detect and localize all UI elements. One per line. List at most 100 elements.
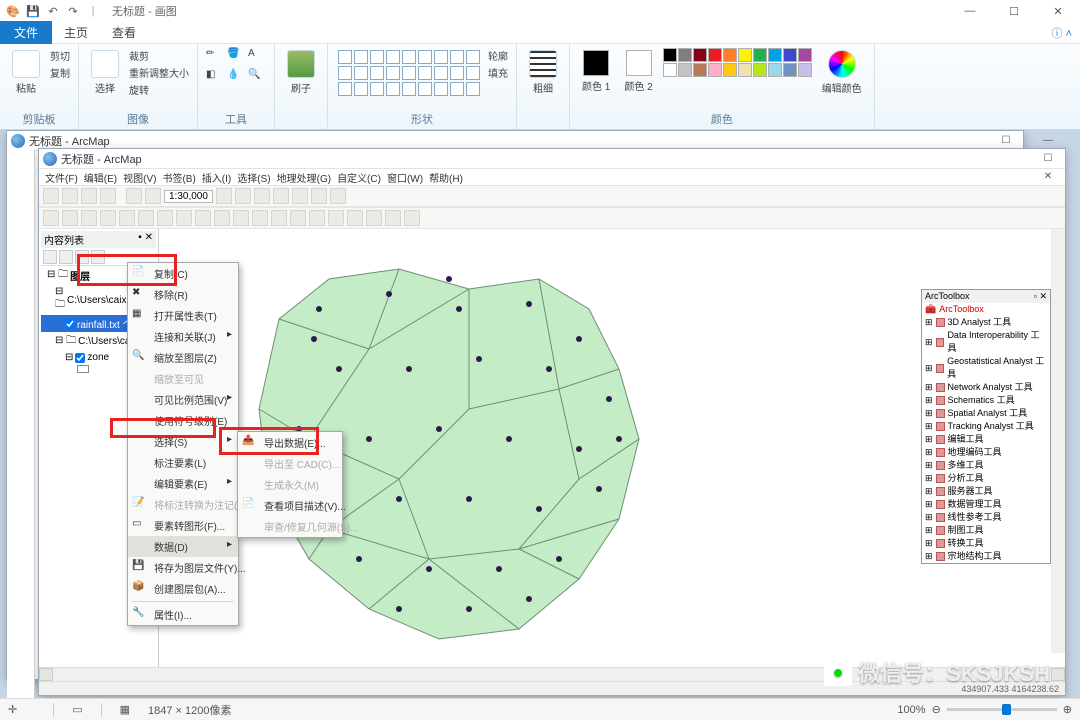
toolbox-item[interactable]: ⊞ 分析工具 xyxy=(922,472,1050,485)
arc-menu-item[interactable]: 窗口(W) xyxy=(387,170,423,185)
eraser-icon[interactable]: ◧ xyxy=(206,69,224,87)
arcmap-menu-bar[interactable]: 文件(F) 编辑(E) 视图(V) 书签(B) 插入(I) 选择(S) 地理处理(G) 自定义… xyxy=(39,169,1065,185)
ctx-zoom-vis: 缩放至可见 xyxy=(128,368,238,389)
picker-icon[interactable]: 💧 xyxy=(227,69,245,87)
arc-menu-item[interactable]: 地理处理(G) xyxy=(277,170,331,185)
toolbox-item[interactable]: ⊞ 数据管理工具 xyxy=(922,498,1050,511)
ctx-feat-graphic[interactable]: ▭要素转图形(F)... xyxy=(128,515,238,536)
toc-view-icon[interactable] xyxy=(43,250,57,264)
arc-max-button[interactable]: ☐ xyxy=(989,132,1023,150)
new-icon[interactable] xyxy=(43,188,59,204)
paint-canvas[interactable]: 无标题 - ArcMap —☐✕ 无标题 - ArcMap —☐✕ 文件(F)编… xyxy=(0,130,1080,698)
arc-max-button[interactable]: ☐ xyxy=(1031,150,1065,168)
collapse-ribbon-icon[interactable]: ⓘ ˄ xyxy=(1052,25,1072,41)
color1-button[interactable]: 颜色 1 xyxy=(578,48,614,95)
toolbox-item[interactable]: ⊞ 服务器工具 xyxy=(922,485,1050,498)
tab-view[interactable]: 查看 xyxy=(100,21,148,44)
color-palette[interactable] xyxy=(663,48,812,77)
shape-fill[interactable]: 填充 xyxy=(488,65,508,80)
minimize-button[interactable]: — xyxy=(948,0,992,22)
ctx-selection[interactable]: 选择(S)▸ xyxy=(128,431,238,452)
toolbox-item[interactable]: ⊞ Schematics 工具 xyxy=(922,394,1050,407)
ctx-vis-scale[interactable]: 可见比例范围(V)▸ xyxy=(128,389,238,410)
select-button[interactable]: 选择 xyxy=(87,48,123,97)
copy-button[interactable]: 复制 xyxy=(50,65,70,80)
arc-menu-item[interactable]: 帮助(H) xyxy=(429,170,463,185)
rotate-button[interactable]: 旋转 xyxy=(129,82,189,97)
arcmap-window-front[interactable]: 无标题 - ArcMap —☐✕ 文件(F)编辑(E)视图(V)书签(B)插入(… xyxy=(38,148,1066,696)
ctx-remove[interactable]: ✖移除(R) xyxy=(128,284,238,305)
redo-icon[interactable]: ↷ xyxy=(66,4,80,18)
undo-icon[interactable]: ↶ xyxy=(46,4,60,18)
toolbox-item[interactable]: ⊞ 宗地结构工具 xyxy=(922,550,1050,563)
color2-button[interactable]: 颜色 2 xyxy=(620,48,656,95)
ctx-save-lyr[interactable]: 💾将存为图层文件(Y)... xyxy=(128,557,238,578)
arcmap-vscroll[interactable] xyxy=(1051,229,1065,653)
toolbox-item[interactable]: ⊞ Geostatistical Analyst 工具 xyxy=(922,355,1050,381)
edit-colors-button[interactable]: 编辑颜色 xyxy=(818,48,866,97)
arcmap-toolbar2[interactable] xyxy=(39,207,1065,229)
toolbox-item[interactable]: ⊞ Tracking Analyst 工具 xyxy=(922,420,1050,433)
arc-menu-item[interactable]: 自定义(C) xyxy=(337,170,381,185)
group-clipboard: 剪贴板 xyxy=(8,111,70,127)
close-button[interactable]: ✕ xyxy=(1036,0,1080,22)
paint-title-text: 无标题 - 画图 xyxy=(112,3,177,19)
resize-button[interactable]: 重新调整大小 xyxy=(129,65,189,80)
ctx-sym-level[interactable]: 使用符号级别(E) xyxy=(128,410,238,431)
toolbox-item[interactable]: ⊞ 编辑工具 xyxy=(922,433,1050,446)
tab-home[interactable]: 主页 xyxy=(52,21,100,44)
sub-export[interactable]: 📤导出数据(E)... xyxy=(238,432,342,453)
ctx-create-pkg[interactable]: 📦创建图层包(A)... xyxy=(128,578,238,599)
pencil-icon[interactable]: ✏ xyxy=(206,48,224,66)
shape-gallery[interactable] xyxy=(336,48,482,98)
arc-menu-item[interactable]: 文件(F) xyxy=(45,170,78,185)
ctx-open-attr[interactable]: ▦打开属性表(T) xyxy=(128,305,238,326)
brush-button[interactable]: 刷子 xyxy=(283,48,319,97)
toolbox-item[interactable]: ⊞ Data Interoperability 工具 xyxy=(922,329,1050,355)
toolbox-item[interactable]: ⊞ 制图工具 xyxy=(922,524,1050,537)
thickness-button[interactable]: 粗细 xyxy=(525,48,561,97)
arc-min-button[interactable]: — xyxy=(1031,132,1065,150)
arc-menu-item[interactable]: 视图(V) xyxy=(123,170,156,185)
ctx-properties[interactable]: 🔧属性(I)... xyxy=(128,604,238,625)
maximize-button[interactable]: ☐ xyxy=(992,0,1036,22)
tab-file[interactable]: 文件 xyxy=(0,21,52,44)
crop-button[interactable]: 裁剪 xyxy=(129,48,189,63)
toolbox-item[interactable]: ⊞ 地理编码工具 xyxy=(922,446,1050,459)
toolbox-item[interactable]: ⊞ Network Analyst 工具 xyxy=(922,381,1050,394)
ctx-data[interactable]: 数据(D)▸ xyxy=(128,536,238,557)
ctx-label[interactable]: 标注要素(L) xyxy=(128,452,238,473)
group-colors: 颜色 xyxy=(578,111,866,127)
toolbox-item[interactable]: ⊞ 线性参考工具 xyxy=(922,511,1050,524)
toc-pin-icon[interactable]: ▪ ✕ xyxy=(138,232,153,247)
arc-menu-item[interactable]: 书签(B) xyxy=(162,170,195,185)
group-shapes: 形状 xyxy=(336,111,508,127)
arctoolbox-panel[interactable]: ArcToolbox▫ ✕ 🧰 ArcToolbox ⊞ 3D Analyst … xyxy=(921,289,1051,564)
arcmap-toolbar1[interactable]: 1:30,000 xyxy=(39,185,1065,207)
toolbox-item[interactable]: ⊞ 转换工具 xyxy=(922,537,1050,550)
toolbox-item[interactable]: ⊞ 3D Analyst 工具 xyxy=(922,316,1050,329)
ctx-zoom-layer[interactable]: 🔍缩放至图层(Z) xyxy=(128,347,238,368)
toolbox-item[interactable]: ⊞ Spatial Analyst 工具 xyxy=(922,407,1050,420)
ctx-copy[interactable]: 📄复制(C) xyxy=(128,263,238,284)
shape-outline[interactable]: 轮廓 xyxy=(488,48,508,63)
arc-menu-item[interactable]: 选择(S) xyxy=(237,170,270,185)
data-submenu[interactable]: 📤导出数据(E)... 导出至 CAD(C)... 生成永久(M) 📄查看项目描… xyxy=(237,431,343,538)
arc-menu-item[interactable]: 插入(I) xyxy=(202,170,231,185)
layer-context-menu[interactable]: 📄复制(C) ✖移除(R) ▦打开属性表(T) 连接和关联(J)▸ 🔍缩放至图层… xyxy=(127,262,239,626)
toolbox-item[interactable]: ⊞ 多维工具 xyxy=(922,459,1050,472)
paste-button[interactable]: 粘贴 xyxy=(8,48,44,97)
ctx-join[interactable]: 连接和关联(J)▸ xyxy=(128,326,238,347)
arc-menu-item[interactable]: 编辑(E) xyxy=(84,170,117,185)
zoom-control[interactable]: 100%⊖⊕ xyxy=(897,703,1072,716)
text-icon[interactable]: A xyxy=(248,48,266,66)
magnify-icon[interactable]: 🔍 xyxy=(248,69,266,87)
scale-combo[interactable]: 1:30,000 xyxy=(164,190,213,203)
save-icon[interactable]: 💾 xyxy=(26,4,40,18)
cut-button[interactable]: 剪切 xyxy=(50,48,70,63)
ctx-edit-feat[interactable]: 编辑要素(E)▸ xyxy=(128,473,238,494)
group-image: 图像 xyxy=(87,111,189,127)
ribbon: 粘贴 剪切 复制 剪贴板 选择 裁剪 重新调整大小 旋转 图像 xyxy=(0,44,1080,130)
sub-view-desc[interactable]: 📄查看项目描述(V)... xyxy=(238,495,342,516)
fill-icon[interactable]: 🪣 xyxy=(227,48,245,66)
